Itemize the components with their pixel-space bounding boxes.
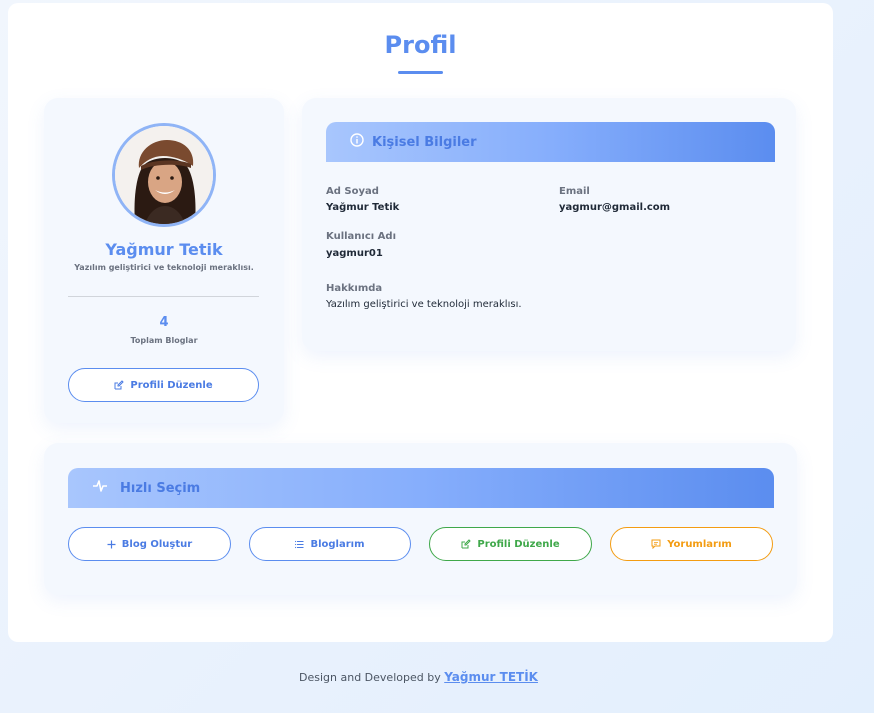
about-label: Hakkımda [326,283,383,294]
divider [68,296,259,297]
email-value: yagmur@gmail.com [559,202,671,213]
my-blogs-button[interactable]: Bloglarım [249,527,411,561]
about-value: Yazılım geliştirici ve teknoloji meraklı… [326,299,522,310]
quick-select-title: Hızlı Seçim [120,480,201,496]
my-blogs-label: Bloglarım [310,538,365,550]
info-circle-icon [350,133,364,151]
footer-text: Design and Developed by [299,671,441,684]
edit-profile-button[interactable]: Profili Düzenle [68,368,259,402]
profile-subtitle: Yazılım geliştirici ve teknoloji meraklı… [74,263,254,272]
edit-profile-quick-button[interactable]: Profili Düzenle [429,527,592,561]
username-label: Kullanıcı Adı [326,231,397,242]
my-comments-button[interactable]: Yorumlarım [610,527,773,561]
quick-select-card: Hızlı Seçim Blog Oluştur Bloglarım Profi… [44,443,797,595]
avatar [112,123,216,227]
edit-icon [461,539,472,549]
edit-icon [114,380,125,390]
blog-count: 4 [159,315,169,330]
blog-count-label: Toplam Bloglar [130,336,198,345]
list-icon [295,540,304,549]
quick-select-header: Hızlı Seçim [68,468,774,508]
create-blog-button[interactable]: Blog Oluştur [68,527,231,561]
comment-icon [651,539,661,549]
personal-info-title: Kişisel Bilgiler [372,134,477,150]
plus-icon [107,540,116,549]
personal-info-card: Kişisel Bilgiler Ad Soyad Yağmur Tetik E… [302,98,796,351]
username-value: yagmur01 [326,248,383,259]
my-comments-label: Yorumlarım [667,538,732,550]
fullname-label: Ad Soyad [326,186,379,197]
profile-page-card: Profil Yağmur Tetik Yazılım geliştirici … [8,3,833,642]
personal-info-header: Kişisel Bilgiler [326,122,775,162]
footer: Design and Developed by Yağmur TETİK [0,670,837,684]
profile-summary-card: Yağmur Tetik Yazılım geliştirici ve tekn… [44,98,284,423]
email-label: Email [559,186,590,197]
page-title: Profil [384,31,457,59]
fullname-value: Yağmur Tetik [326,202,400,213]
activity-icon [92,479,108,497]
edit-profile-quick-label: Profili Düzenle [477,538,560,550]
footer-author-link[interactable]: Yağmur TETİK [444,670,538,684]
create-blog-label: Blog Oluştur [121,538,193,550]
title-underline [398,71,443,74]
profile-name: Yağmur Tetik [105,240,223,259]
edit-profile-label: Profili Düzenle [130,379,213,391]
